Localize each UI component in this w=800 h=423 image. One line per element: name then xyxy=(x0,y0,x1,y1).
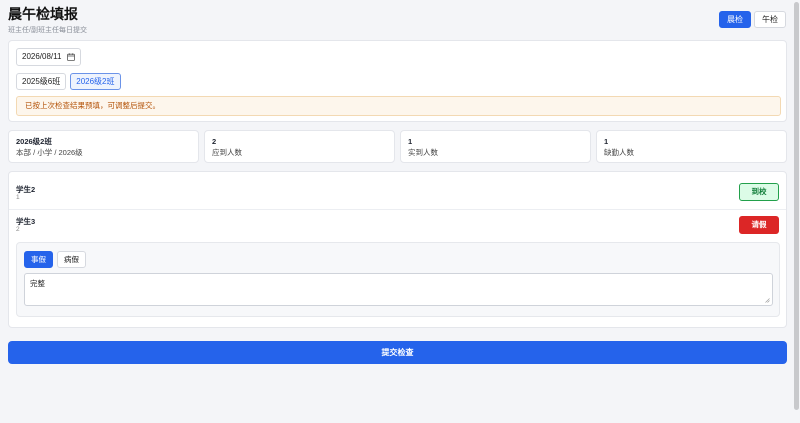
absent-count-label: 缺勤人数 xyxy=(604,148,634,157)
class-tab-2026-2[interactable]: 2026级2班 xyxy=(70,73,121,90)
check-mode-toggle: 晨检 午检 xyxy=(719,11,786,28)
expected-count-value: 2 xyxy=(212,137,217,146)
calendar-icon[interactable] xyxy=(67,53,75,61)
present-count-card: 1 实到人数 xyxy=(400,130,591,163)
leave-type-personal[interactable]: 事假 xyxy=(24,251,53,268)
class-tab-2025-6[interactable]: 2025级6班 xyxy=(16,73,67,90)
present-count-label: 实到人数 xyxy=(408,148,438,157)
expected-count-card: 2 应到人数 xyxy=(204,130,395,163)
filter-card: 2026/08/11 2025级6班 2026级2班 已按上次检查结果预填，可调… xyxy=(8,40,787,122)
page-title: 晨午检填报 xyxy=(8,6,78,22)
page-subtitle: 班主任/副班主任每日提交 xyxy=(8,27,87,34)
leave-note-textarea[interactable]: 完整 xyxy=(24,273,773,306)
prefill-notice: 已按上次检查结果预填，可调整后提交。 xyxy=(16,96,781,116)
resize-grip-icon[interactable] xyxy=(765,298,770,303)
student-row: 学生3 2 xyxy=(9,204,786,236)
status-present-button[interactable]: 到校 xyxy=(739,183,779,201)
present-count-value: 1 xyxy=(408,137,413,146)
leave-type-selector: 事假 病假 xyxy=(24,251,86,268)
student-number: 2 xyxy=(16,226,20,233)
student-list: 学生2 1 到校 学生3 2 请假 事假 病假 完整 xyxy=(8,171,787,328)
date-value: 2026/08/11 xyxy=(22,52,62,61)
page-header: 晨午检填报 班主任/副班主任每日提交 晨检 午检 xyxy=(8,6,786,36)
date-picker[interactable]: 2026/08/11 xyxy=(16,48,81,66)
leave-detail-panel: 事假 病假 完整 xyxy=(16,242,780,317)
class-name: 2026级2班 xyxy=(16,137,52,146)
absent-count-value: 1 xyxy=(604,137,609,146)
morning-check-button[interactable]: 晨检 xyxy=(719,11,751,28)
student-number: 1 xyxy=(16,194,20,201)
class-selector: 2025级6班 2026级2班 xyxy=(16,73,121,90)
status-leave-button[interactable]: 请假 xyxy=(739,216,779,234)
absent-count-card: 1 缺勤人数 xyxy=(596,130,787,163)
leave-type-sick[interactable]: 病假 xyxy=(57,251,86,268)
leave-note-text: 完整 xyxy=(30,279,45,288)
expected-count-label: 应到人数 xyxy=(212,148,242,157)
page-scrollbar[interactable] xyxy=(793,0,799,423)
class-info-card: 2026级2班 本部 / 小学 / 2026级 xyxy=(8,130,199,163)
submit-button[interactable]: 提交检查 xyxy=(8,341,787,364)
noon-check-button[interactable]: 午检 xyxy=(754,11,786,28)
scrollbar-thumb[interactable] xyxy=(794,2,799,410)
class-path: 本部 / 小学 / 2026级 xyxy=(16,148,83,157)
student-row: 学生2 1 xyxy=(9,172,786,204)
